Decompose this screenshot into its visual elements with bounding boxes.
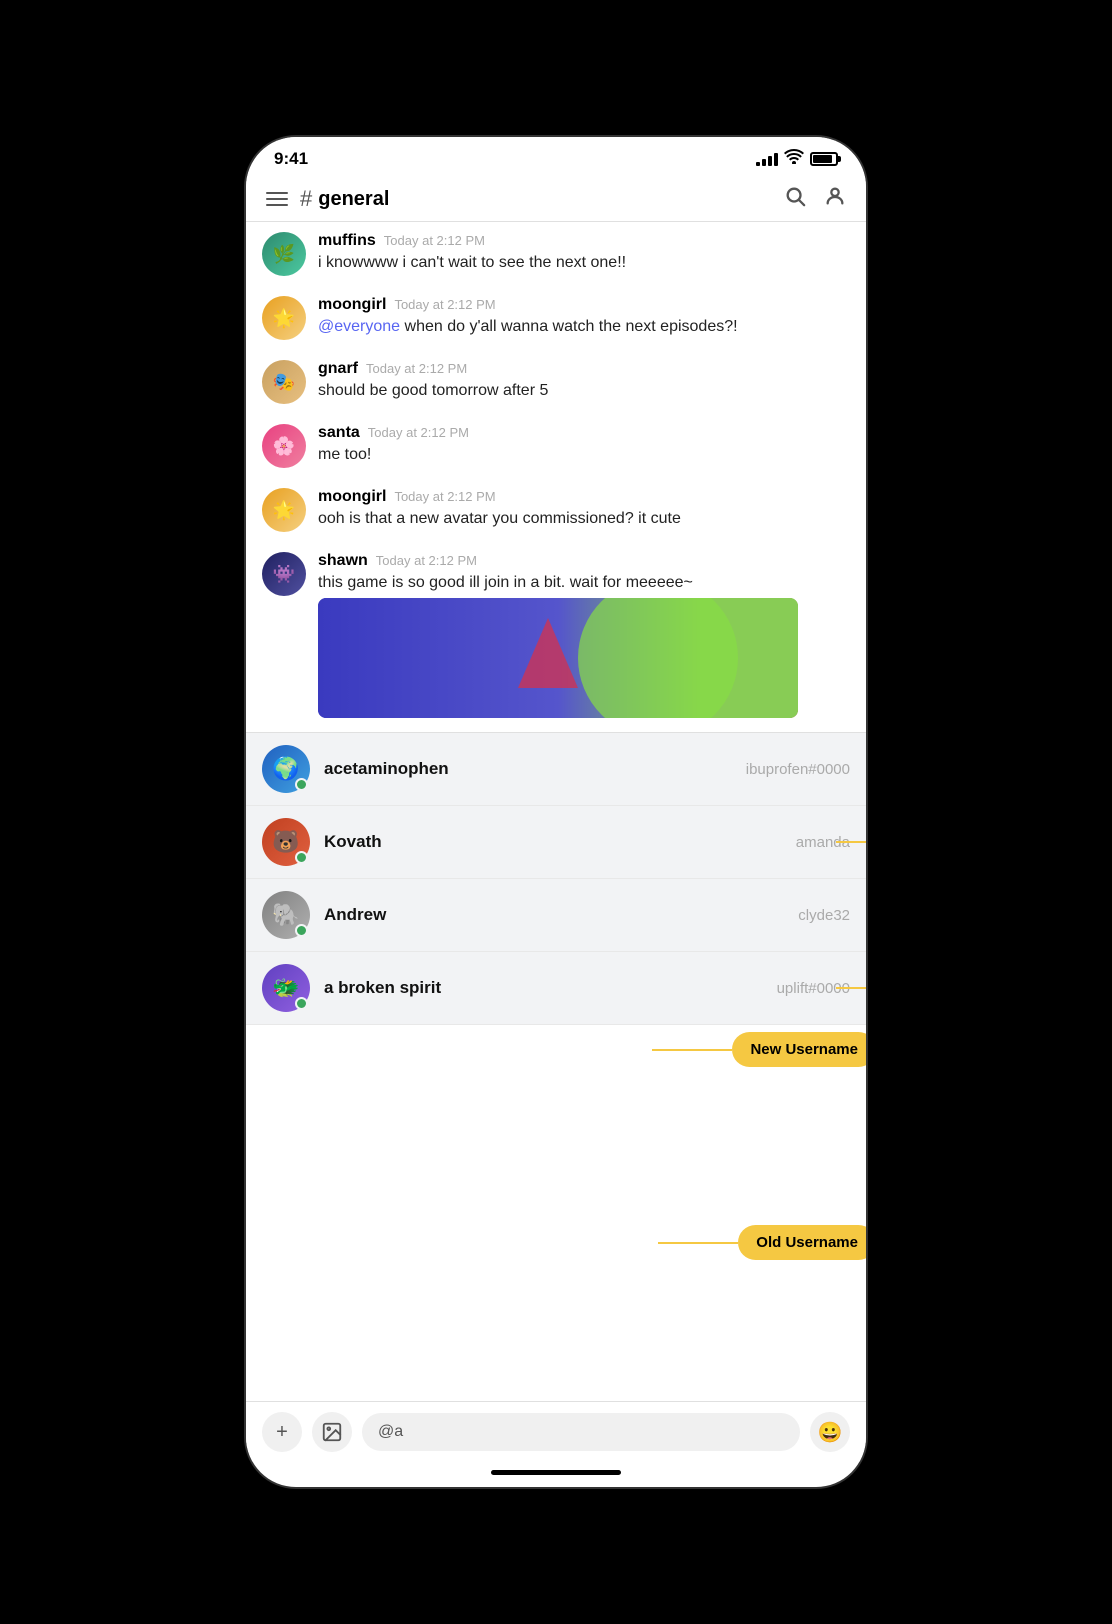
wifi-icon <box>784 149 804 169</box>
message-text: me too! <box>318 444 850 466</box>
nav-icons <box>784 185 846 213</box>
username: moongirl <box>318 296 386 314</box>
message-content: muffins Today at 2:12 PM i knowwww i can… <box>318 232 850 274</box>
timestamp: Today at 2:12 PM <box>376 553 477 568</box>
input-bar: + 😀 <box>246 1401 866 1462</box>
hamburger-menu-button[interactable] <box>266 192 288 206</box>
username: muffins <box>318 232 376 250</box>
message-content: shawn Today at 2:12 PM this game is so g… <box>318 552 850 722</box>
message-row: 🎭 gnarf Today at 2:12 PM should be good … <box>246 350 866 414</box>
avatar: 🌿 <box>262 232 306 276</box>
status-icons <box>756 149 838 169</box>
member-display-name: a broken spirit <box>324 978 441 997</box>
message-text: should be good tomorrow after 5 <box>318 380 850 402</box>
image-icon <box>321 1421 343 1443</box>
phone-frame: New Username Old Username 9:41 <box>246 137 866 1487</box>
annotation-line <box>836 987 866 989</box>
timestamp: Today at 2:12 PM <box>366 361 467 376</box>
message-content: santa Today at 2:12 PM me too! <box>318 424 850 466</box>
online-indicator <box>295 778 308 791</box>
annotation-line <box>836 841 866 843</box>
status-time: 9:41 <box>274 149 308 169</box>
avatar: 👾 <box>262 552 306 596</box>
home-indicator <box>491 1470 621 1475</box>
member-right: clyde32 <box>798 907 850 924</box>
phone-content: 9:41 <box>246 137 866 1487</box>
timestamp: Today at 2:12 PM <box>394 297 495 312</box>
image-preview <box>318 598 798 718</box>
avatar: 🎭 <box>262 360 306 404</box>
member-info: Andrew <box>324 905 798 925</box>
message-content: moongirl Today at 2:12 PM ooh is that a … <box>318 488 850 530</box>
emoji-icon: 😀 <box>818 1420 843 1445</box>
online-indicator <box>295 997 308 1010</box>
message-row: 👾 shawn Today at 2:12 PM this game is so… <box>246 542 866 732</box>
nav-bar: # general <box>246 177 866 222</box>
username: moongirl <box>318 488 386 506</box>
message-row: 🌸 santa Today at 2:12 PM me too! <box>246 414 866 478</box>
plus-icon: + <box>276 1421 288 1444</box>
member-avatar-wrap: 🌍 <box>262 745 310 793</box>
message-text: i knowwww i can't wait to see the next o… <box>318 252 850 274</box>
member-avatar-wrap: 🐻 <box>262 818 310 866</box>
username: shawn <box>318 552 368 570</box>
member-username: ibuprofen#0000 <box>746 761 850 778</box>
message-text: @everyone when do y'all wanna watch the … <box>318 316 850 338</box>
profile-button[interactable] <box>824 185 846 213</box>
message-text: ooh is that a new avatar you commissione… <box>318 508 850 530</box>
online-indicator <box>295 851 308 864</box>
message-row: 🌟 moongirl Today at 2:12 PM @everyone wh… <box>246 286 866 350</box>
channel-name: general <box>318 188 389 211</box>
member-username: clyde32 <box>798 907 850 924</box>
member-display-name: Andrew <box>324 905 386 924</box>
avatar: 🌸 <box>262 424 306 468</box>
timestamp: Today at 2:12 PM <box>368 425 469 440</box>
message-content: moongirl Today at 2:12 PM @everyone when… <box>318 296 850 338</box>
member-avatar-wrap: 🐘 <box>262 891 310 939</box>
member-display-name: Kovath <box>324 832 382 851</box>
message-input[interactable] <box>362 1413 800 1451</box>
member-avatar-wrap: 🐲 <box>262 964 310 1012</box>
signal-icon <box>756 152 778 166</box>
timestamp: Today at 2:12 PM <box>394 489 495 504</box>
username: gnarf <box>318 360 358 378</box>
member-row: 🐘 Andrew clyde32 <box>246 879 866 952</box>
message-row: 🌿 muffins Today at 2:12 PM i knowwww i c… <box>246 222 866 286</box>
member-row: 🐻 Kovath amanda <box>246 806 866 879</box>
timestamp: Today at 2:12 PM <box>384 233 485 248</box>
avatar: 🌟 <box>262 296 306 340</box>
member-row: 🐲 a broken spirit uplift#0000 <box>246 952 866 1025</box>
message-content: gnarf Today at 2:12 PM should be good to… <box>318 360 850 402</box>
emoji-button[interactable]: 😀 <box>810 1412 850 1452</box>
username: santa <box>318 424 360 442</box>
member-right: ibuprofen#0000 <box>746 761 850 778</box>
search-button[interactable] <box>784 185 806 213</box>
mention: @everyone <box>318 318 400 335</box>
chat-area: 🌿 muffins Today at 2:12 PM i knowwww i c… <box>246 222 866 1401</box>
message-text: this game is so good ill join in a bit. … <box>318 572 850 594</box>
member-info: a broken spirit <box>324 978 777 998</box>
battery-icon <box>810 152 838 166</box>
member-row: 🌍 acetaminophen ibuprofen#0000 <box>246 733 866 806</box>
member-display-name: acetaminophen <box>324 759 449 778</box>
member-info: acetaminophen <box>324 759 746 779</box>
avatar: 🌟 <box>262 488 306 532</box>
message-row: 🌟 moongirl Today at 2:12 PM ooh is that … <box>246 478 866 542</box>
online-indicator <box>295 924 308 937</box>
hash-icon: # <box>300 186 312 212</box>
members-section: 🌍 acetaminophen ibuprofen#0000 <box>246 732 866 1025</box>
status-bar: 9:41 <box>246 137 866 177</box>
add-button[interactable]: + <box>262 1412 302 1452</box>
image-button[interactable] <box>312 1412 352 1452</box>
channel-title: # general <box>300 186 772 212</box>
member-info: Kovath <box>324 832 796 852</box>
